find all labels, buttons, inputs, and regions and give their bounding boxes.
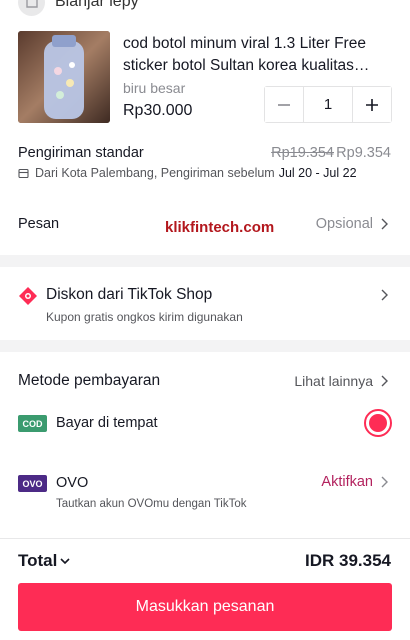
cod-label: Bayar di tempat	[56, 415, 158, 431]
payment-method-title: Metode pembayaran	[18, 372, 161, 389]
total-value: IDR 39.354	[305, 551, 391, 570]
chevron-right-icon	[381, 375, 388, 387]
product-variant: biru besar	[123, 80, 186, 96]
place-order-button[interactable]: Masukkan pesanan	[18, 583, 392, 631]
discount-subtitle: Kupon gratis ongkos kirim digunakan	[46, 310, 243, 324]
chevron-right-icon	[381, 218, 388, 230]
store-name[interactable]: Bianjar lepy	[55, 0, 139, 11]
ovo-label: OVO	[56, 475, 89, 491]
chevron-right-icon	[381, 289, 388, 301]
ovo-activate-link[interactable]: Aktifkan	[321, 474, 391, 490]
see-more-payment-link[interactable]: Lihat lainnya	[294, 373, 391, 389]
product-price: Rp30.000	[123, 102, 193, 119]
ovo-badge: OVO	[18, 475, 47, 492]
total-label: Total	[18, 551, 58, 570]
truck-icon	[18, 168, 29, 178]
increase-quantity-button[interactable]	[353, 87, 391, 122]
ovo-activate-label: Aktifkan	[321, 474, 373, 490]
shipping-label: Pengiriman standar	[18, 145, 144, 161]
quantity-stepper: 1	[264, 86, 392, 123]
plus-icon	[366, 98, 378, 111]
cod-radio-selected[interactable]	[364, 409, 392, 437]
discount-title: Diskon dari TikTok Shop	[46, 286, 213, 303]
chevron-right-icon	[381, 476, 388, 488]
total-toggle[interactable]: Total	[18, 551, 71, 571]
shipping-original-price: Rp19.354	[271, 145, 334, 161]
footer-divider	[0, 538, 410, 539]
message-input[interactable]: Opsional	[316, 216, 391, 232]
product-title[interactable]: cod botol minum viral 1.3 Liter Free sti…	[123, 33, 398, 77]
ovo-subtitle: Tautkan akun OVOmu dengan TikTok	[56, 498, 247, 510]
coupon-icon	[19, 287, 37, 305]
section-divider	[0, 340, 410, 352]
cod-badge: COD	[18, 415, 47, 432]
shipping-price: Rp9.354	[336, 145, 391, 161]
shipping-origin-text: Dari Kota Palembang, Pengiriman sebelum	[35, 166, 275, 180]
chevron-down-icon	[60, 558, 70, 565]
decrease-quantity-button[interactable]	[265, 87, 303, 122]
shipping-info: Dari Kota Palembang, Pengiriman sebelum …	[18, 166, 357, 180]
minus-icon	[278, 103, 290, 106]
section-divider	[0, 255, 410, 267]
message-label: Pesan	[18, 216, 60, 232]
message-placeholder: Opsional	[315, 216, 373, 232]
store-header[interactable]: Bianjar lepy	[18, 0, 139, 16]
quantity-value[interactable]: 1	[303, 87, 353, 122]
store-icon	[18, 0, 45, 16]
product-thumbnail[interactable]	[18, 31, 110, 123]
see-more-label: Lihat lainnya	[294, 373, 373, 389]
watermark-text: klikfintech.com	[165, 219, 275, 236]
shipping-dates: Jul 20 - Jul 22	[278, 166, 357, 180]
